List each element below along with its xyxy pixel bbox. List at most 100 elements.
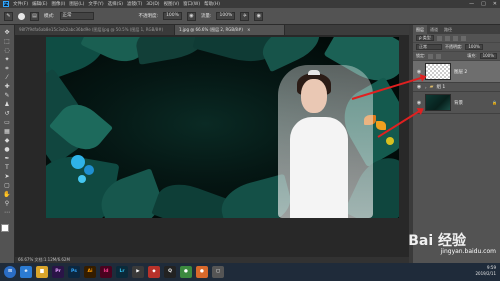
- chevron-right-icon[interactable]: ›: [425, 85, 427, 90]
- lasso-tool-icon[interactable]: ◌: [3, 47, 12, 54]
- lock-position-icon[interactable]: [436, 53, 442, 59]
- tiara: [308, 70, 320, 75]
- menu-select[interactable]: 选择(S): [108, 1, 123, 7]
- ie-icon[interactable]: e: [20, 266, 32, 278]
- explorer-icon[interactable]: ▢: [212, 266, 224, 278]
- zoom-tool-icon[interactable]: ⚲: [3, 200, 12, 207]
- menu-view[interactable]: 视图(V): [164, 1, 180, 7]
- chrome-icon[interactable]: ●: [180, 266, 192, 278]
- menu-filter[interactable]: 滤镜(T): [127, 1, 142, 7]
- menu-edit[interactable]: 编辑(E): [32, 1, 47, 7]
- options-bar: ✎ ▤ 模式: 正常 不透明度: 100% ◉ 流量: 100% ✈ ◉: [0, 8, 500, 25]
- menu-layer[interactable]: 图层(L): [69, 1, 84, 7]
- tab-paths[interactable]: 路径: [441, 25, 455, 34]
- healing-tool-icon[interactable]: ✚: [3, 83, 12, 90]
- premiere-icon[interactable]: Pr: [52, 266, 64, 278]
- system-tray-clock[interactable]: 9:59 2019/2/11: [475, 265, 496, 277]
- pressure-size-icon[interactable]: ◉: [254, 11, 264, 21]
- brush-tool-icon[interactable]: ✎: [3, 92, 12, 99]
- photoshop-window: Ps 文件(F) 编辑(E) 图像(I) 图层(L) 文字(Y) 选择(S) 滤…: [0, 0, 500, 281]
- marquee-tool-icon[interactable]: ⬚: [3, 38, 12, 45]
- lock-pixels-icon[interactable]: [428, 53, 434, 59]
- minimize-icon[interactable]: —: [469, 1, 474, 7]
- tab-layers[interactable]: 图层: [413, 25, 427, 34]
- bride-face: [301, 79, 327, 113]
- layer-row-background[interactable]: ◉ 背景 🔒: [413, 92, 500, 114]
- history-brush-icon[interactable]: ↺: [3, 110, 12, 117]
- filter-type-icon[interactable]: [452, 35, 458, 41]
- pressure-opacity-icon[interactable]: ◉: [186, 11, 196, 21]
- canvas-workspace[interactable]: [15, 35, 409, 257]
- pen-tool-icon[interactable]: ✒: [3, 155, 12, 162]
- opacity-label: 不透明度:: [138, 14, 159, 19]
- fill-input[interactable]: 100%: [479, 53, 497, 59]
- folder-icon: ▰: [429, 84, 434, 90]
- butterfly-shape: [376, 121, 386, 130]
- flow-input[interactable]: 100%: [216, 12, 236, 20]
- quick-select-tool-icon[interactable]: ✦: [3, 56, 12, 63]
- menu-type[interactable]: 文字(Y): [88, 1, 103, 7]
- layer-thumbnail: [425, 94, 451, 111]
- photoshop-icon[interactable]: Ps: [68, 266, 80, 278]
- menu-window[interactable]: 窗口(W): [183, 1, 200, 7]
- stamp-tool-icon[interactable]: ♟: [3, 101, 12, 108]
- filter-adjust-icon[interactable]: [444, 35, 450, 41]
- tab-close-icon[interactable]: ×: [247, 27, 250, 32]
- folder-icon[interactable]: ▆: [36, 266, 48, 278]
- menu-help[interactable]: 帮助(H): [204, 1, 220, 7]
- maximize-icon[interactable]: □: [481, 1, 486, 7]
- menu-image[interactable]: 图像(I): [51, 1, 65, 7]
- tab-document-2[interactable]: 1.jpg @ 66.6% (图层 2, RGB/8#) ×: [175, 25, 285, 35]
- start-button[interactable]: ⊞: [4, 266, 16, 278]
- watermark-url: jingyan.baidu.com: [440, 248, 496, 255]
- illustrator-icon[interactable]: Ai: [84, 266, 96, 278]
- opacity-input[interactable]: 100%: [163, 12, 182, 20]
- more-tools-icon[interactable]: ⋯: [3, 209, 12, 216]
- store-icon[interactable]: ◆: [148, 266, 160, 278]
- document-canvas[interactable]: [46, 37, 399, 218]
- baidu-jingyan-watermark: Bai 经验: [408, 233, 466, 249]
- brush-panel-icon[interactable]: ▤: [30, 11, 39, 21]
- eyedropper-tool-icon[interactable]: ⁄: [3, 74, 12, 81]
- layer-name: 组 1: [436, 85, 446, 90]
- lightroom-icon[interactable]: Lr: [116, 266, 128, 278]
- media-icon[interactable]: ▶: [132, 266, 144, 278]
- flower-shape: [71, 155, 85, 169]
- eraser-tool-icon[interactable]: ▭: [3, 119, 12, 126]
- leaf-shape: [151, 176, 231, 218]
- color-swatches[interactable]: [1, 224, 13, 236]
- move-tool-icon[interactable]: ✥: [3, 29, 12, 36]
- gradient-tool-icon[interactable]: ▦: [3, 128, 12, 135]
- filter-shape-icon[interactable]: [460, 35, 466, 41]
- indesign-icon[interactable]: Id: [100, 266, 112, 278]
- hand-tool-icon[interactable]: ✋: [3, 191, 12, 198]
- mode-select[interactable]: 正常: [59, 12, 94, 20]
- brush-tool-icon[interactable]: ✎: [4, 11, 13, 21]
- layer-opacity-input[interactable]: 100%: [465, 44, 483, 50]
- crop-tool-icon[interactable]: ⌗: [3, 65, 12, 72]
- layer-thumbnail: [425, 63, 451, 80]
- tab-channels[interactable]: 通道: [427, 25, 441, 34]
- foreground-color-swatch[interactable]: [1, 224, 9, 232]
- type-tool-icon[interactable]: T: [3, 164, 12, 171]
- path-select-tool-icon[interactable]: ➤: [3, 173, 12, 180]
- dodge-tool-icon[interactable]: ●: [3, 146, 12, 153]
- qq-icon[interactable]: Q: [164, 266, 176, 278]
- tab-document-1[interactable]: 98f7f9dfa6ab8e15c3ab2abc36bd9e (图层)jpg @…: [15, 25, 175, 35]
- visibility-eye-icon[interactable]: ◉: [416, 84, 422, 90]
- airbrush-icon[interactable]: ✈: [240, 11, 250, 21]
- shape-tool-icon[interactable]: ▢: [3, 182, 12, 189]
- brush-preset-picker[interactable]: [18, 12, 25, 20]
- layer-row-group-1[interactable]: ◉ › ▰ 组 1: [413, 83, 500, 92]
- flower-shape: [84, 165, 94, 175]
- filter-pixel-icon[interactable]: [436, 35, 442, 41]
- menu-3d[interactable]: 3D(D): [146, 2, 159, 7]
- layer-filter-select[interactable]: ρ 类型: [416, 35, 434, 41]
- close-icon[interactable]: ✕: [493, 1, 497, 7]
- layers-panel: 图层 通道 路径 ρ 类型 正常 不透明度: 100% 锁定: 填充: 100%…: [413, 25, 500, 263]
- blend-mode-select[interactable]: 正常: [416, 44, 442, 50]
- firefox-icon[interactable]: ●: [196, 266, 208, 278]
- blur-tool-icon[interactable]: ◆: [3, 137, 12, 144]
- lock-row: 锁定: 填充: 100%: [413, 52, 500, 61]
- menu-file[interactable]: 文件(F): [13, 1, 28, 7]
